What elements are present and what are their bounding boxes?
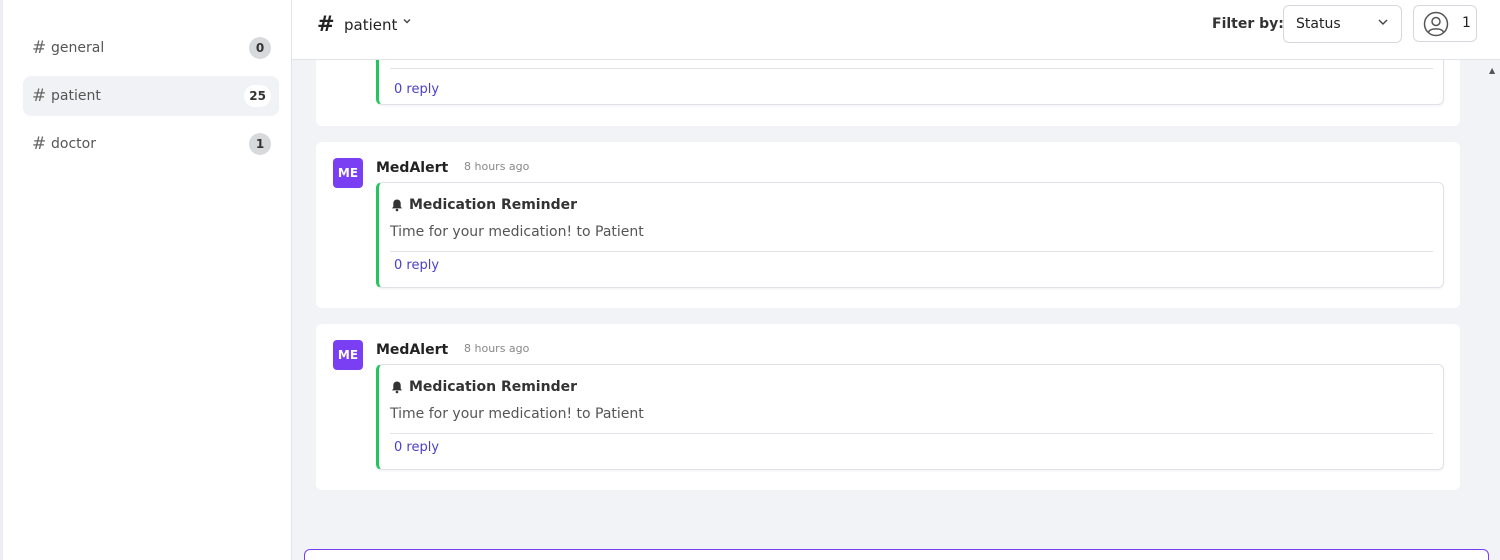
notification-header: Medication Reminder: [390, 379, 577, 395]
message-timestamp: 8 hours ago: [464, 342, 530, 355]
chevron-down-icon[interactable]: [402, 16, 412, 29]
channel-count-badge: 1: [249, 133, 271, 155]
sidebar-item-general[interactable]: # general 0: [23, 28, 279, 68]
status-select-value: Status: [1296, 16, 1341, 32]
avatar[interactable]: ME: [333, 340, 363, 370]
channel-title[interactable]: patient: [344, 16, 397, 34]
message-card: ME MedAlert 8 hours ago Medication Remin…: [316, 324, 1460, 490]
divider: [390, 251, 1433, 252]
notification-title: Medication Reminder: [409, 197, 577, 213]
bell-icon: [392, 199, 402, 212]
message-feed[interactable]: 0 reply ME MedAlert 8 hours ago Medicati…: [292, 60, 1500, 560]
channel-label: patient: [51, 88, 101, 104]
divider: [390, 68, 1433, 69]
members-count: 1: [1462, 15, 1471, 31]
reply-link[interactable]: 0 reply: [394, 440, 439, 455]
hash-icon: #: [317, 12, 335, 36]
notification-box: Medication Reminder Time for your medica…: [376, 182, 1444, 288]
hash-icon: #: [32, 85, 47, 106]
channel-label: general: [51, 40, 105, 56]
notification-box: 0 reply: [376, 60, 1444, 105]
user-circle-icon: [1423, 11, 1449, 37]
sidebar-item-doctor[interactable]: # doctor 1: [23, 124, 279, 164]
divider: [390, 433, 1433, 434]
channel-count-badge: 0: [249, 37, 271, 59]
chevron-down-icon: [1377, 16, 1389, 31]
channel-sidebar: # general 0 # patient 25 # doctor 1: [0, 0, 292, 560]
scroll-up-arrow-icon[interactable]: ▲: [1489, 66, 1495, 75]
status-filter-select[interactable]: Status: [1283, 5, 1402, 43]
channel-label: doctor: [51, 136, 96, 152]
scrollbar[interactable]: ▲: [1486, 60, 1500, 560]
channel-count-badge: 25: [244, 85, 271, 107]
message-timestamp: 8 hours ago: [464, 160, 530, 173]
notification-title: Medication Reminder: [409, 379, 577, 395]
sidebar-item-patient[interactable]: # patient 25: [23, 76, 279, 116]
notification-header: Medication Reminder: [390, 197, 577, 213]
avatar[interactable]: ME: [333, 158, 363, 188]
channel-header: # patient Filter by: Status 1: [292, 0, 1500, 60]
sender-name[interactable]: MedAlert: [376, 342, 448, 358]
message-input[interactable]: [304, 549, 1489, 560]
reply-link[interactable]: 0 reply: [394, 82, 439, 97]
message-card: ME MedAlert 8 hours ago Medication Remin…: [316, 142, 1460, 308]
hash-icon: #: [32, 37, 47, 58]
members-button[interactable]: 1: [1413, 5, 1477, 42]
notification-body: Time for your medication! to Patient: [390, 406, 644, 422]
notification-box: Medication Reminder Time for your medica…: [376, 364, 1444, 470]
filter-label: Filter by:: [1212, 16, 1284, 32]
reply-link[interactable]: 0 reply: [394, 258, 439, 273]
sender-name[interactable]: MedAlert: [376, 160, 448, 176]
sidebar-edge: [0, 0, 3, 560]
notification-body: Time for your medication! to Patient: [390, 224, 644, 240]
message-card: 0 reply: [316, 60, 1460, 126]
bell-icon: [392, 381, 402, 394]
hash-icon: #: [32, 133, 47, 154]
